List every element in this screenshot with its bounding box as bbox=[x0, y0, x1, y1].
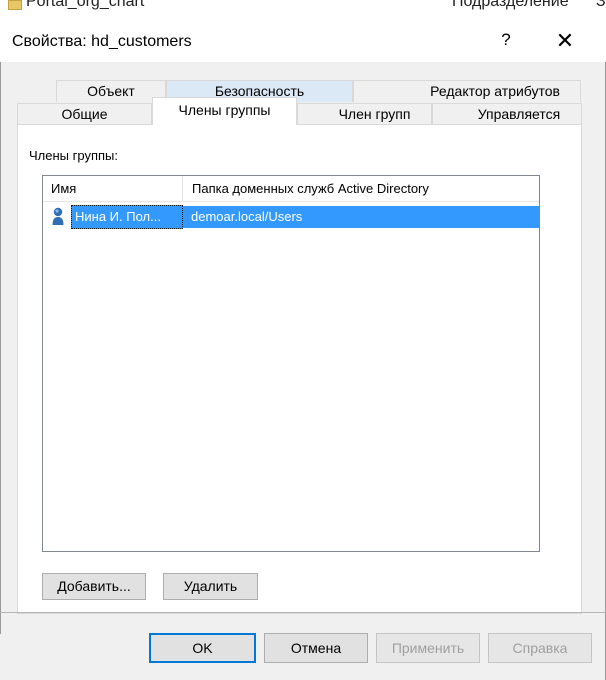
tab-general[interactable]: Общие bbox=[17, 103, 152, 125]
background-column-header: Подразделение bbox=[452, 0, 569, 10]
help-title-button[interactable]: ? bbox=[496, 30, 516, 54]
tab-attribute-editor[interactable]: Редактор атрибутов bbox=[353, 80, 581, 102]
close-button[interactable]: ✕ bbox=[552, 28, 578, 54]
dialog-title: Свойства: hd_customers bbox=[12, 33, 192, 50]
user-icon bbox=[52, 207, 64, 225]
member-folder: demoar.local/Users bbox=[183, 206, 539, 228]
add-button[interactable]: Добавить... bbox=[42, 573, 146, 600]
column-header-name[interactable]: Имя bbox=[43, 176, 183, 201]
tab-object[interactable]: Объект bbox=[56, 80, 166, 102]
remove-button[interactable]: Удалить bbox=[163, 573, 258, 600]
dialog-footer-divider bbox=[0, 612, 606, 613]
dialog-left-border bbox=[0, 14, 1, 634]
folder-icon bbox=[8, 0, 22, 10]
tab-members[interactable]: Члены группы bbox=[152, 97, 297, 125]
members-label: Члены группы: bbox=[29, 148, 118, 163]
list-item[interactable]: Нина И. Пол... demoar.local/Users bbox=[43, 205, 539, 229]
title-bar[interactable]: Свойства: hd_customers ? ✕ bbox=[0, 14, 606, 62]
help-button[interactable]: Справка bbox=[488, 633, 592, 663]
background-window-strip: Portal_org_chart Подразделение Зt bbox=[0, 0, 606, 14]
members-list[interactable]: Имя Папка доменных служб Active Director… bbox=[42, 175, 540, 552]
member-name: Нина И. Пол... bbox=[71, 205, 183, 229]
list-header: Имя Папка доменных служб Active Director… bbox=[43, 176, 539, 202]
apply-button[interactable]: Применить bbox=[376, 633, 480, 663]
cancel-button[interactable]: Отмена bbox=[264, 633, 368, 663]
background-column-header-2: Зt bbox=[596, 0, 606, 10]
column-header-folder[interactable]: Папка доменных служб Active Directory bbox=[183, 176, 539, 201]
background-item-name: Portal_org_chart bbox=[26, 0, 145, 10]
tab-member-of[interactable]: Член групп bbox=[297, 103, 432, 125]
ok-button[interactable]: OK bbox=[149, 633, 256, 663]
tab-managed-by[interactable]: Управляется bbox=[432, 103, 582, 125]
